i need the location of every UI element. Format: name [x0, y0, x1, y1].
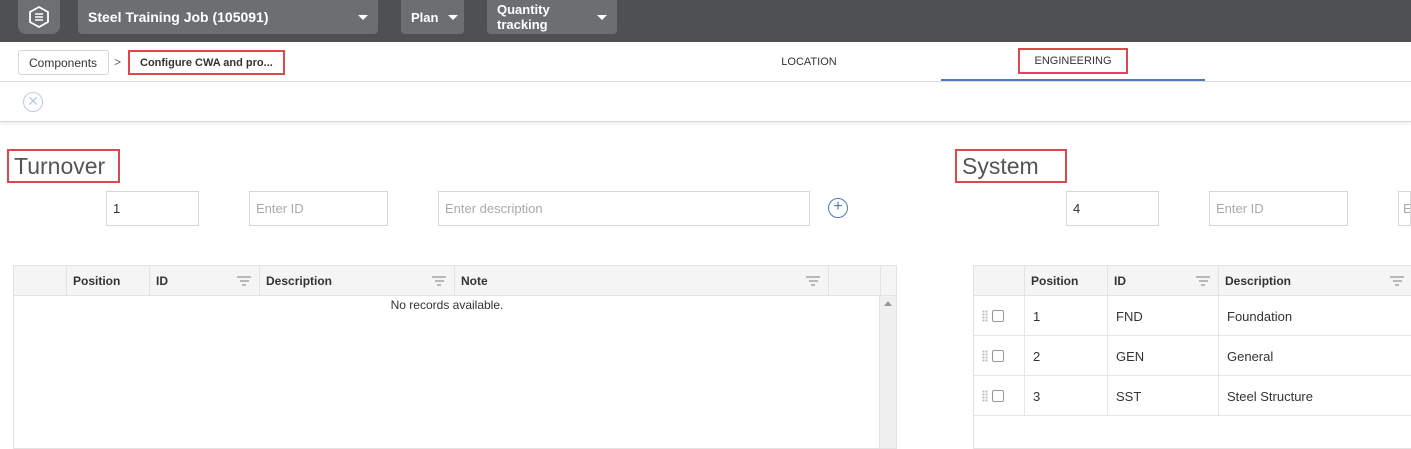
row-handle[interactable] — [974, 336, 1025, 376]
drag-handle-icon[interactable] — [982, 390, 988, 402]
system-grid: Position ID Description 1 FND Foundation… — [973, 265, 1411, 449]
header-label: ID — [156, 274, 168, 288]
system-grid-header: Position ID Description — [974, 266, 1411, 296]
app-logo-icon[interactable] — [18, 0, 60, 34]
grid-header-select — [974, 266, 1025, 296]
chevron-down-icon — [358, 14, 368, 20]
grid-header-actions — [829, 266, 881, 296]
header-label: ID — [1114, 274, 1126, 288]
turnover-description-input[interactable]: Enter description — [438, 191, 810, 226]
cell-id: SST — [1108, 376, 1219, 416]
turnover-title: Turnover — [7, 149, 120, 183]
chevron-down-icon — [597, 14, 607, 20]
grid-header-description[interactable]: Description — [260, 266, 455, 296]
system-title: System — [955, 149, 1067, 183]
grid-header-position[interactable]: Position — [1025, 266, 1108, 296]
cell-position: 1 — [1025, 296, 1108, 336]
table-row[interactable]: 3 SST Steel Structure — [974, 376, 1411, 416]
turnover-id-input[interactable]: Enter ID — [249, 191, 388, 226]
tab-engineering-label: ENGINEERING — [1018, 47, 1128, 74]
drag-handle-icon[interactable] — [982, 350, 988, 362]
grid-header-description[interactable]: Description — [1219, 266, 1411, 296]
breadcrumb: Components > Configure CWA and pro... LO… — [0, 42, 1411, 82]
grid-header-id[interactable]: ID — [150, 266, 260, 296]
filter-icon[interactable] — [432, 276, 446, 286]
header-label: Description — [266, 274, 333, 288]
system-description-input[interactable]: Enter description — [1398, 191, 1411, 226]
empty-state-text: No records available. — [390, 298, 504, 312]
job-title: Steel Training Job (105091) — [88, 9, 269, 25]
system-position-input[interactable]: 4 — [1066, 191, 1159, 226]
scroll-up-arrow-icon[interactable] — [884, 301, 892, 306]
table-row[interactable]: 2 GEN General — [974, 336, 1411, 376]
row-handle[interactable] — [974, 296, 1025, 336]
cancel-icon[interactable]: ✕ — [23, 92, 43, 112]
cell-description: Steel Structure — [1227, 388, 1313, 404]
top-navigation-bar: Steel Training Job (105091) Plan Quantit… — [0, 0, 1411, 42]
cell-position: 3 — [1025, 376, 1108, 416]
turnover-grid: Position ID Description Note No records … — [13, 265, 897, 449]
add-circle-icon[interactable]: + — [828, 198, 848, 218]
cell-description: General — [1227, 348, 1274, 364]
header-label: Description — [1225, 274, 1292, 288]
breadcrumb-components[interactable]: Components — [18, 50, 109, 75]
plan-label: Plan — [411, 9, 439, 25]
filter-icon[interactable] — [1196, 276, 1210, 286]
header-label: Position — [73, 274, 121, 288]
system-id-input[interactable]: Enter ID — [1209, 191, 1348, 226]
cell-position: 2 — [1025, 336, 1108, 376]
row-checkbox[interactable] — [992, 310, 1004, 322]
grid-header-position[interactable]: Position — [67, 266, 150, 296]
breadcrumb-current[interactable]: Configure CWA and pro... — [128, 50, 285, 75]
grid-header-id[interactable]: ID — [1108, 266, 1219, 296]
quantity-tracking-menu-button[interactable]: Quantity tracking — [487, 0, 617, 34]
row-checkbox[interactable] — [992, 350, 1004, 362]
row-checkbox[interactable] — [992, 390, 1004, 402]
cell-description: Foundation — [1227, 308, 1293, 324]
job-selector-dropdown[interactable]: Steel Training Job (105091) — [78, 0, 378, 34]
cell-id: GEN — [1108, 336, 1219, 376]
vertical-scrollbar[interactable] — [879, 296, 896, 448]
filter-icon[interactable] — [237, 276, 251, 286]
grid-header-note[interactable]: Note — [455, 266, 829, 296]
plan-menu-button[interactable]: Plan — [401, 0, 464, 34]
turnover-position-input[interactable]: 1 — [106, 191, 199, 226]
filter-icon[interactable] — [806, 276, 820, 286]
drag-handle-icon[interactable] — [982, 310, 988, 322]
header-label: Note — [461, 274, 488, 288]
action-toolbar: ✕ — [0, 82, 1411, 122]
tab-engineering[interactable]: ENGINEERING — [941, 42, 1205, 81]
quantity-tracking-label: Quantity tracking — [497, 2, 550, 32]
chevron-down-icon — [448, 14, 459, 20]
row-handle[interactable] — [974, 376, 1025, 416]
breadcrumb-separator: > — [114, 55, 122, 69]
grid-header-select — [14, 266, 67, 296]
header-label: Position — [1031, 274, 1079, 288]
tab-location[interactable]: LOCATION — [678, 42, 940, 81]
tab-location-label: LOCATION — [781, 55, 837, 68]
filter-icon[interactable] — [1390, 276, 1404, 286]
cell-id: FND — [1108, 296, 1219, 336]
turnover-grid-header: Position ID Description Note — [14, 266, 896, 296]
table-row[interactable]: 1 FND Foundation — [974, 296, 1411, 336]
